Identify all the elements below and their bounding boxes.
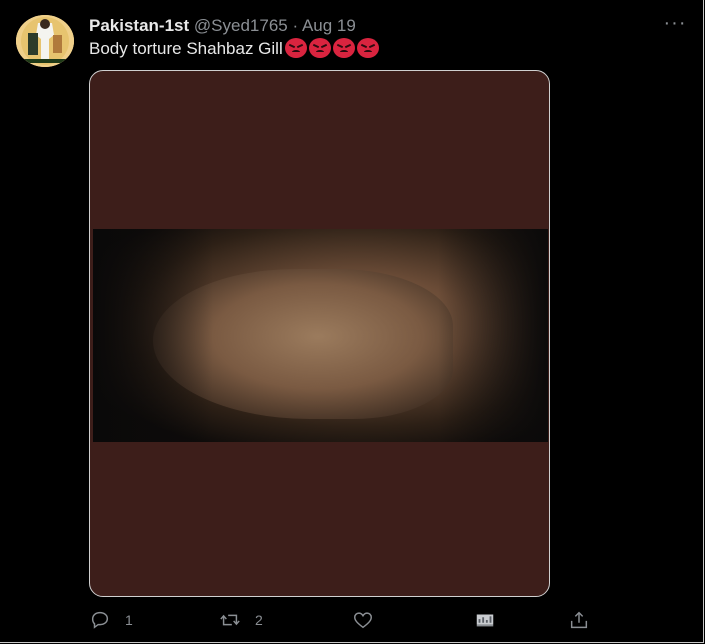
tweet-date[interactable]: Aug 19 — [302, 16, 356, 35]
retweet-icon — [220, 614, 240, 626]
share-button[interactable] — [568, 606, 590, 634]
analytics-icon — [476, 614, 494, 627]
reply-icon — [91, 611, 109, 629]
analytics-button[interactable] — [474, 606, 496, 634]
like-button[interactable] — [352, 606, 374, 634]
tweet-body: Body torture Shahbaz Gill — [89, 39, 283, 58]
avatar-image — [16, 15, 74, 67]
retweet-button[interactable]: 2 — [219, 606, 263, 634]
angry-face-icon — [308, 38, 331, 58]
emoji-group — [284, 38, 379, 58]
like-icon — [354, 612, 372, 629]
angry-face-icon — [356, 38, 379, 58]
reply-button[interactable]: 1 — [89, 606, 133, 634]
retweet-count: 2 — [255, 612, 263, 628]
tweet-actions: 1 2 — [0, 606, 705, 634]
author-handle[interactable]: @Syed1765 — [194, 16, 288, 35]
angry-face-icon — [284, 38, 307, 58]
author-name[interactable]: Pakistan-1st — [89, 16, 189, 35]
media-photo — [93, 229, 548, 442]
share-icon — [570, 611, 588, 629]
reply-count: 1 — [125, 612, 133, 628]
media-shadow-right — [438, 229, 548, 442]
angry-face-icon — [332, 38, 355, 58]
tweet-header: Pakistan-1st @Syed1765 · Aug 19 — [89, 15, 356, 37]
more-icon[interactable]: ··· — [663, 13, 687, 36]
tweet-media[interactable] — [89, 70, 550, 597]
header-separator: · — [292, 16, 299, 35]
media-shadow-left — [93, 229, 213, 442]
tweet-text: Body torture Shahbaz Gill — [89, 38, 379, 60]
author-avatar[interactable] — [16, 15, 74, 67]
